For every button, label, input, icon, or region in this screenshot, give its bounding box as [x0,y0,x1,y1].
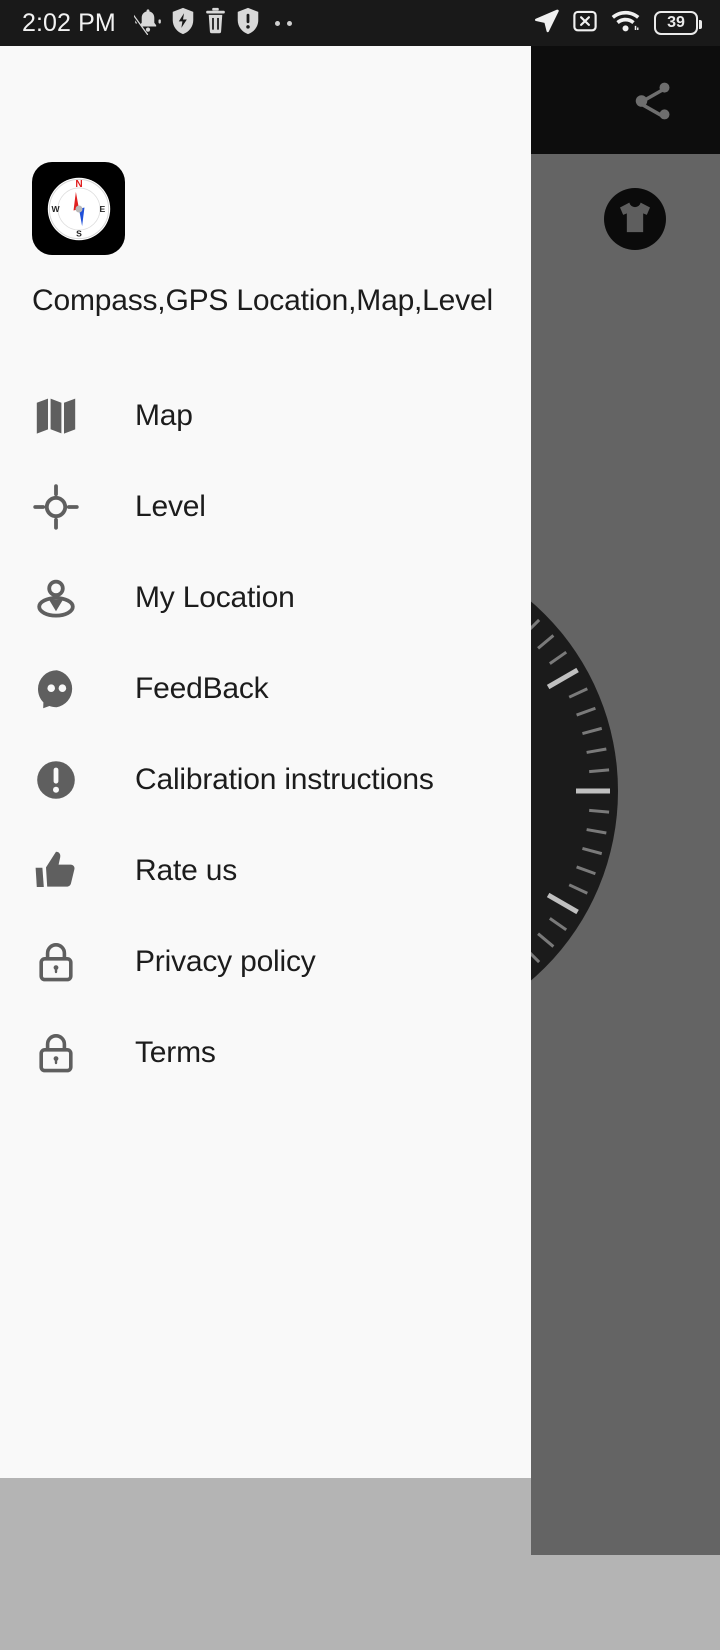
shield-bolt-icon [171,7,195,40]
dial-tick [576,788,610,794]
drawer-app-title: Compass,GPS Location,Map,Level [32,284,493,317]
lock-icon [30,1027,82,1079]
menu-item-label: My Location [135,580,295,614]
trash-icon [204,7,227,40]
menu-item-my-location[interactable]: My Location [0,552,531,643]
menu-item-map[interactable]: Map [0,370,531,461]
shield-exclamation-icon [236,7,260,40]
menu-item-label: Privacy policy [135,944,316,978]
svg-text:E: E [99,204,105,214]
svg-text:S: S [76,228,82,238]
dial-tick [586,747,607,754]
menu-item-privacy-policy[interactable]: Privacy policy [0,916,531,1007]
dial-tick [537,634,555,650]
speech-bubble-icon [30,663,82,715]
dial-tick [568,883,588,895]
dial-tick [548,650,568,665]
share-button[interactable] [630,78,676,124]
theme-selector-button[interactable] [604,188,666,250]
svg-text:N: N [75,179,82,190]
dial-tick [576,706,596,717]
exclamation-circle-icon [30,754,82,806]
menu-item-terms[interactable]: Terms [0,1007,531,1098]
dial-tick [548,917,568,932]
tshirt-icon [620,202,650,233]
dial-tick [546,667,579,690]
drawer-menu-list: Map Level My Location FeedBack Calibrati… [0,370,531,1098]
location-arrow-icon [533,7,559,40]
battery-icon: 39 [654,11,702,35]
menu-item-label: Rate us [135,853,237,887]
navigation-drawer: N S E W Compass,GPS Location,Map,Level M… [0,46,531,1478]
svg-text:W: W [51,204,60,214]
person-pin-icon [30,572,82,624]
dial-tick [589,768,610,774]
dial-tick [576,865,596,876]
menu-item-label: Calibration instructions [135,762,434,796]
menu-item-label: Terms [135,1035,216,1069]
status-bar-right-group: 39 [533,7,702,40]
dial-tick [586,828,607,835]
compass-glyph: N S E W [47,177,110,240]
dial-tick [582,726,603,735]
menu-item-feedback[interactable]: FeedBack [0,643,531,734]
crosshair-icon [30,481,82,533]
drawer-header: N S E W Compass,GPS Location,Map,Level [0,46,531,318]
status-bar: 2:02 PM 39 [0,0,720,46]
phone-screen: 2:02 PM 39 N S E W Compass,GPS Location,… [0,0,720,1650]
lock-icon [30,936,82,988]
dial-tick [568,687,588,699]
drawer-bottom-band [0,1478,531,1650]
menu-item-rate-us[interactable]: Rate us [0,825,531,916]
map-icon [30,390,82,442]
menu-item-level[interactable]: Level [0,461,531,552]
bell-muted-icon [129,7,162,40]
menu-item-label: FeedBack [135,671,269,705]
dial-tick [537,932,555,948]
compass-app-icon: N S E W [32,162,125,255]
dial-tick [589,808,610,814]
status-bar-left-group: 2:02 PM [22,7,533,40]
no-sim-icon [572,8,598,39]
more-dots-icon [274,20,292,26]
menu-item-label: Level [135,489,206,523]
dial-tick [546,892,579,915]
status-bar-clock: 2:02 PM [22,8,116,37]
menu-item-label: Map [135,398,193,432]
battery-level-text: 39 [667,14,685,31]
thumbs-up-icon [30,845,82,897]
menu-item-calibration-instructions[interactable]: Calibration instructions [0,734,531,825]
dial-tick [582,847,603,856]
share-icon [635,82,670,120]
wifi-icon [611,8,641,39]
